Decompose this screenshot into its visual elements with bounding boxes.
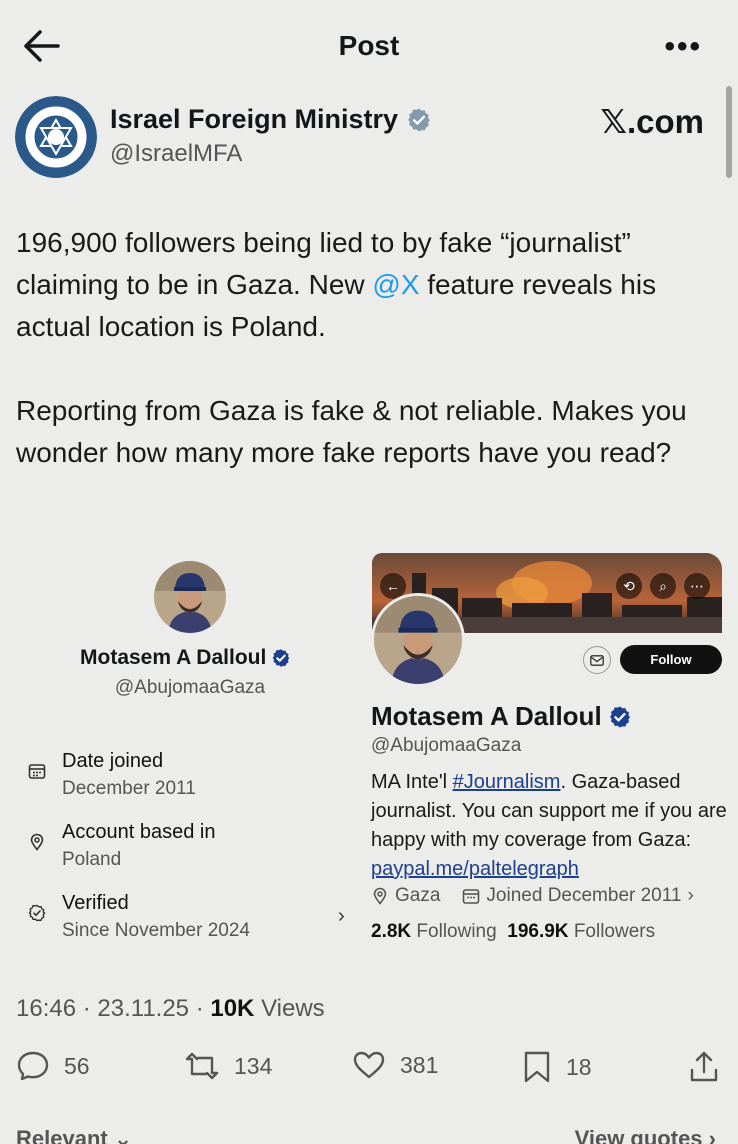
sort-relevant-dropdown[interactable]: Relevant ⌄: [16, 1126, 132, 1144]
repost-count: 134: [234, 1052, 273, 1079]
info-row-account-based: Account based in Poland: [28, 819, 215, 873]
author-name[interactable]: Israel Foreign Ministry: [110, 104, 432, 135]
scrollbar[interactable]: [726, 86, 732, 178]
verified-badge-icon: [609, 706, 630, 727]
post-timestamp: 16:46 · 23.11.25 · 10K Views: [16, 995, 325, 1022]
tweet-paragraph-2: Reporting from Gaza is fake & not reliab…: [16, 395, 687, 468]
x-com-watermark: 𝕏.com: [600, 103, 704, 140]
calendar-icon: [463, 889, 480, 904]
heart-icon: [353, 1051, 385, 1079]
calendar-icon: [28, 764, 46, 779]
embed-profile-handle: @AbujomaaGaza: [371, 735, 522, 756]
reply-count: 56: [64, 1052, 90, 1079]
banner-refresh-icon: ⟲: [616, 573, 642, 599]
info-row-verified: Verified Since November 2024: [28, 890, 250, 944]
verified-badge-icon: [272, 649, 290, 667]
more-options-icon[interactable]: •••: [664, 30, 702, 64]
chevron-right-icon: ›: [338, 905, 345, 927]
chevron-right-icon: ›: [708, 1126, 716, 1144]
repost-icon: [185, 1052, 219, 1080]
embed-about-name: Motasem A Dalloul: [80, 646, 291, 670]
reply-icon: [17, 1051, 49, 1081]
bio-hashtag: #Journalism: [452, 771, 561, 793]
view-quotes-link[interactable]: View quotes ›: [575, 1126, 716, 1144]
views-count: 10K: [210, 995, 255, 1022]
like-count: 381: [400, 1051, 439, 1078]
embed-profile-meta: Gaza Joined December 2011 ›: [371, 885, 694, 907]
bookmark-button[interactable]: 18: [522, 1050, 592, 1084]
mention-link[interactable]: @X: [372, 269, 419, 300]
embed-profile-photo-large: [371, 593, 465, 687]
bookmark-icon: [524, 1051, 550, 1083]
follow-button: Follow: [620, 645, 722, 674]
info-row-date-joined: Date joined December 2011: [28, 748, 196, 802]
embed-about-handle: @AbujomaaGaza: [114, 677, 266, 698]
share-button[interactable]: [688, 1050, 720, 1084]
author-name-text: Israel Foreign Ministry: [110, 104, 399, 134]
like-button[interactable]: 381: [352, 1050, 438, 1080]
embed-profile-photo: [154, 561, 226, 633]
embed-profile-stats: 2.8K Following 196.9K Followers: [371, 921, 656, 942]
reply-button[interactable]: 56: [16, 1050, 90, 1082]
verified-check-icon: [28, 904, 46, 922]
embed-profile-bio: MA Inte'l #Journalism. Gaza-based journa…: [371, 771, 727, 880]
repost-button[interactable]: 134: [184, 1050, 272, 1082]
message-icon: [583, 646, 611, 674]
verified-badge-icon: [408, 108, 430, 131]
bookmark-count: 18: [566, 1053, 592, 1080]
location-pin-icon: [373, 887, 387, 905]
tweet-paragraph-1: 196,900 followers being lied to by fake …: [16, 227, 657, 342]
banner-more-icon: ⋯: [684, 573, 710, 599]
location-pin-icon: [30, 833, 44, 851]
author-avatar[interactable]: [15, 96, 97, 178]
chevron-down-icon: ⌄: [113, 1126, 133, 1144]
chevron-right-icon: ›: [687, 885, 694, 906]
author-handle[interactable]: @IsraelMFA: [110, 140, 242, 168]
tweet-text: 196,900 followers being lied to by fake …: [16, 222, 726, 474]
embed-profile-name: Motasem A Dalloul: [371, 701, 632, 732]
page-title: Post: [338, 30, 400, 61]
banner-search-icon: ⌕: [650, 573, 676, 599]
bio-link: paypal.me/paltelegraph: [371, 858, 579, 880]
share-icon: [690, 1051, 718, 1082]
